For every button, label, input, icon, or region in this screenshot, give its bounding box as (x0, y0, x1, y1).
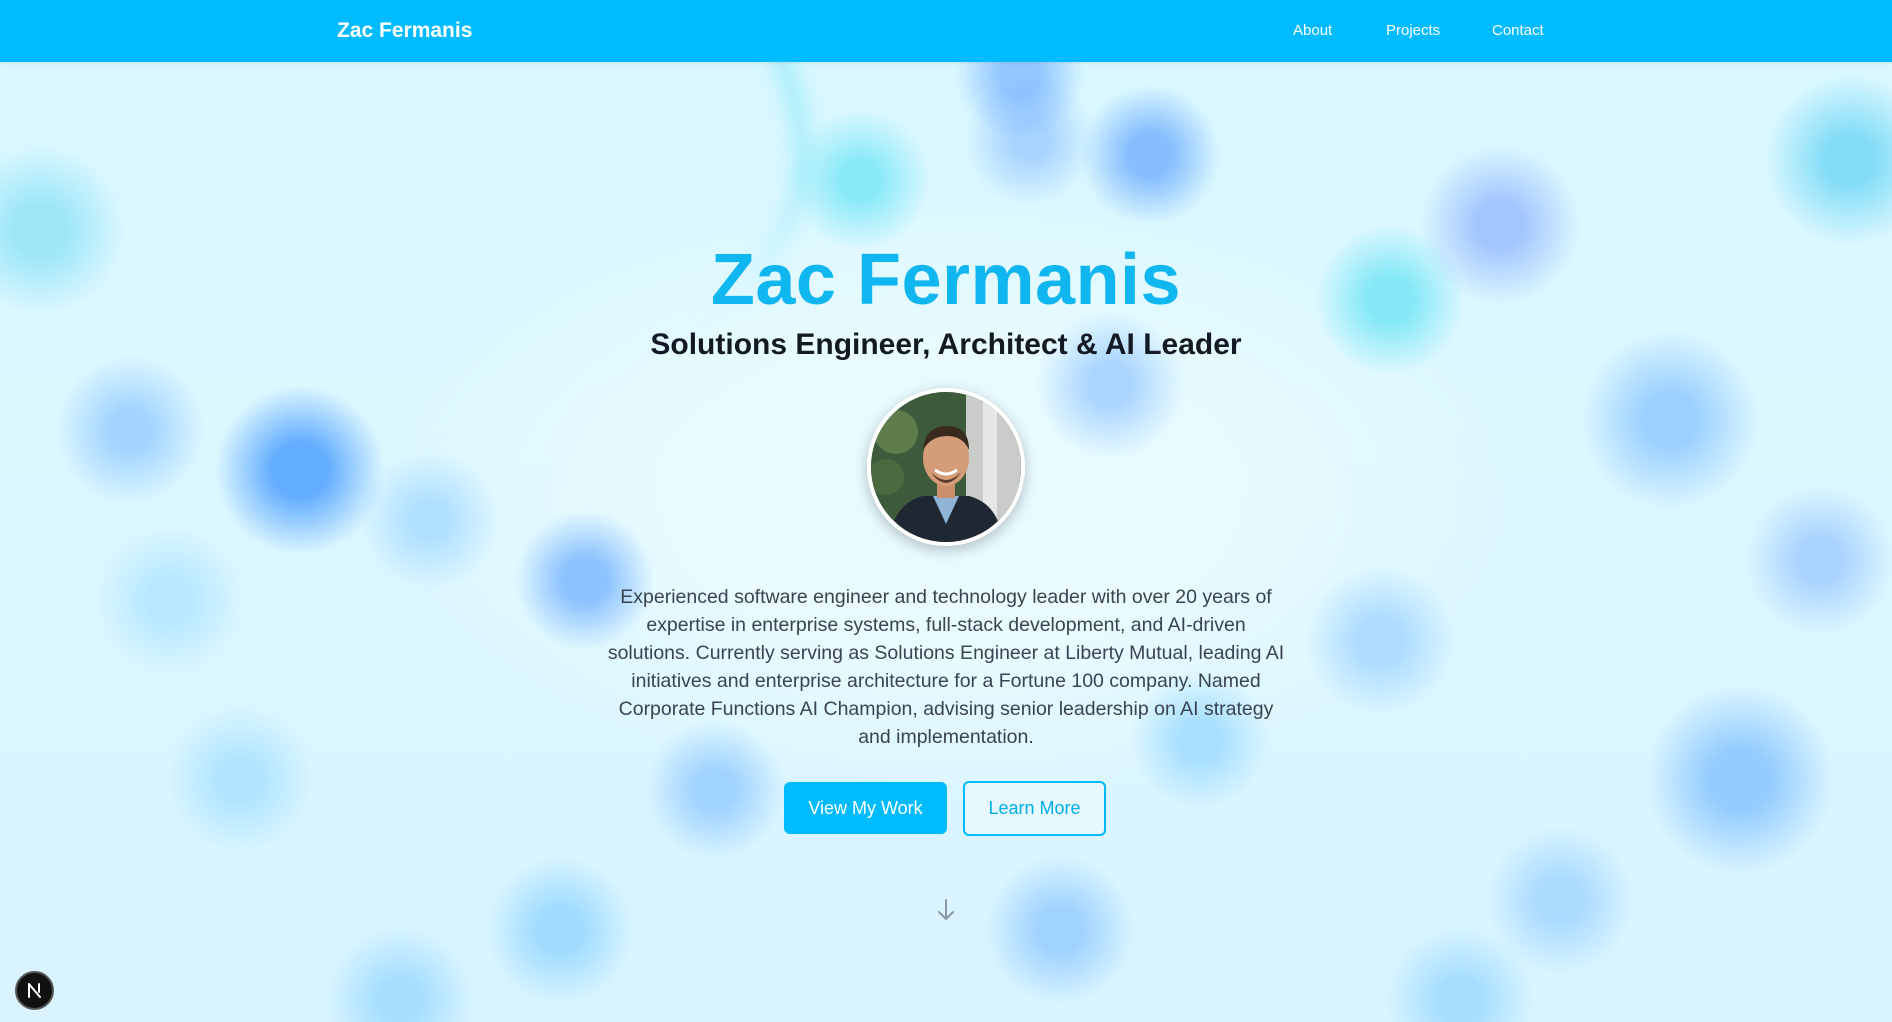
arrow-down-icon[interactable] (936, 897, 956, 923)
nav-link-contact[interactable]: Contact (1492, 22, 1544, 39)
nav-link-projects[interactable]: Projects (1386, 22, 1440, 39)
profile-photo (871, 392, 1021, 542)
profile-avatar (867, 388, 1025, 546)
hero-bio: Experienced software engineer and techno… (607, 586, 1285, 748)
view-my-work-button[interactable]: View My Work (784, 782, 947, 834)
navbar: Zac Fermanis About Projects Contact (0, 0, 1892, 62)
nextjs-icon (28, 983, 41, 998)
hero-section: Zac Fermanis Solutions Engineer, Archite… (0, 62, 1892, 1022)
hero-subtitle: Solutions Engineer, Architect & AI Leade… (650, 328, 1242, 361)
brand-logo-link[interactable]: Zac Fermanis (337, 19, 472, 43)
nav-link-about[interactable]: About (1293, 22, 1332, 39)
learn-more-button[interactable]: Learn More (963, 781, 1106, 836)
hero-name: Zac Fermanis (710, 240, 1182, 320)
nextjs-dev-badge[interactable] (15, 971, 54, 1010)
